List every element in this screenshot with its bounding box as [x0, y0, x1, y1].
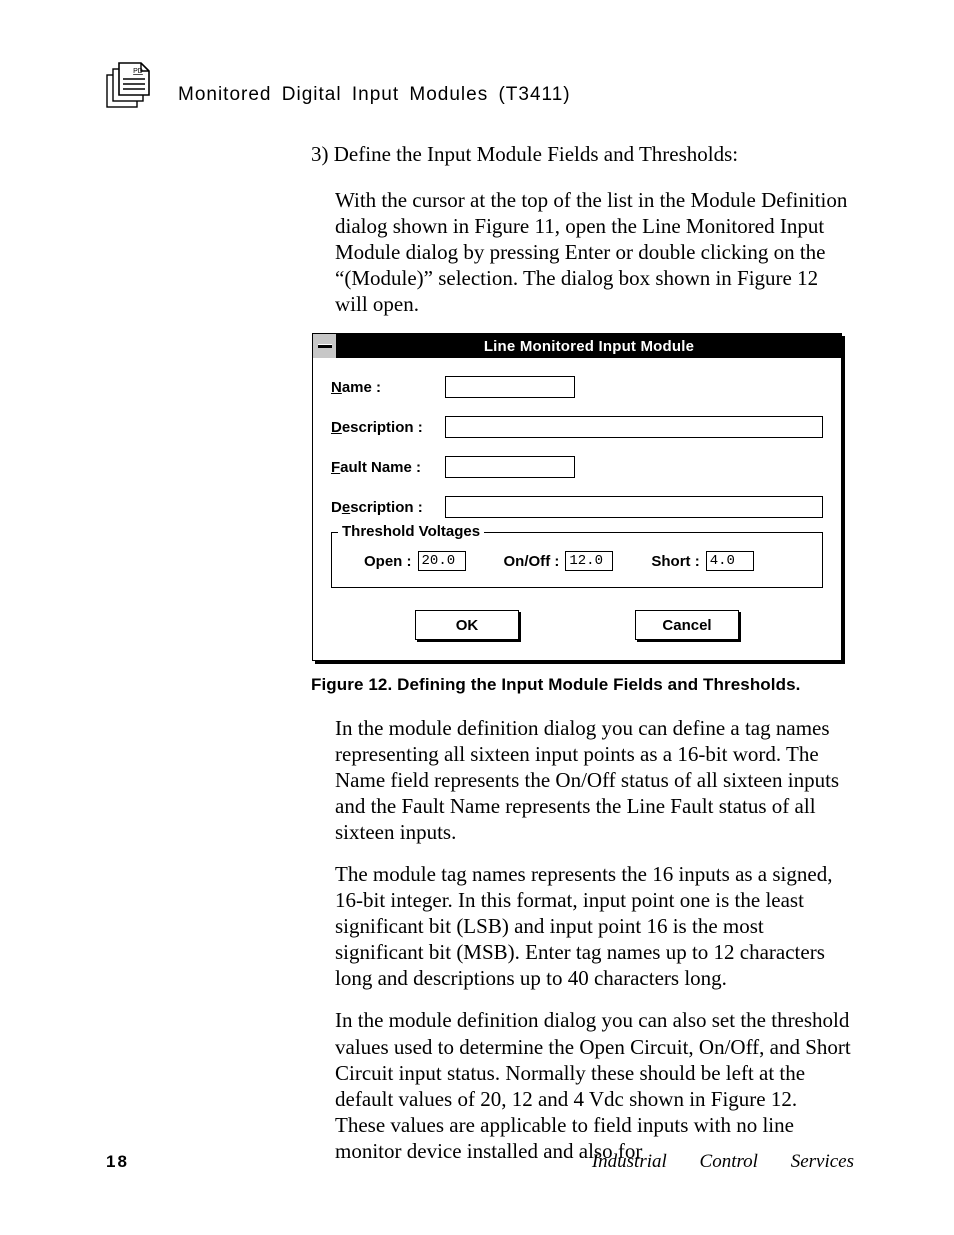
threshold-legend: Threshold Voltages: [338, 523, 484, 540]
figure-caption: Figure 12. Defining the Input Module Fie…: [311, 675, 851, 695]
label-text: pen :: [376, 553, 412, 570]
step-number: 3): [311, 142, 329, 166]
step-heading: 3) Define the Input Module Fields and Th…: [311, 142, 851, 167]
mnemonic: F: [331, 459, 340, 476]
label-text: ame :: [342, 379, 381, 396]
label-text: scription :: [350, 499, 423, 516]
fault-description-input[interactable]: [445, 496, 823, 518]
label-onoff: On/Off :: [504, 553, 560, 570]
icon-badge-text: PD: [133, 68, 143, 75]
paragraph-3: In the module definition dialog you can …: [335, 1007, 851, 1163]
fault-name-input[interactable]: [445, 456, 575, 478]
name-input[interactable]: [445, 376, 575, 398]
page-number: 18: [106, 1152, 129, 1172]
label-description: Description :: [331, 419, 445, 436]
label-text: ault Name :: [340, 459, 421, 476]
dialog-title: Line Monitored Input Module: [337, 338, 841, 355]
page-footer: 18 Industrial Control Services: [106, 1151, 854, 1173]
figure-12: Line Monitored Input Module Name : Descr…: [312, 333, 850, 661]
paragraph-2: The module tag names represents the 16 i…: [335, 861, 851, 991]
threshold-voltages-group: Threshold Voltages Open : 20.0 On/Off : …: [331, 532, 823, 588]
ok-button[interactable]: OK: [415, 610, 519, 640]
threshold-row: Open : 20.0 On/Off : 12.0 Short : 4.0: [346, 551, 808, 571]
body-column: 3) Define the Input Module Fields and Th…: [311, 142, 851, 1164]
label-text: On/Of: [504, 553, 546, 570]
system-menu-icon[interactable]: [313, 334, 337, 358]
mnemonic: D: [331, 419, 342, 436]
step-heading-text: Define the Input Module Fields and Thres…: [334, 142, 738, 166]
open-input[interactable]: 20.0: [418, 551, 466, 571]
label-fault-description: Description :: [331, 499, 445, 516]
intro-paragraph: With the cursor at the top of the list i…: [335, 187, 851, 317]
row-name: Name :: [331, 376, 823, 398]
dialog-button-row: OK Cancel: [331, 610, 823, 640]
description-input[interactable]: [445, 416, 823, 438]
mnemonic: N: [331, 379, 342, 396]
label-text: oltages: [428, 523, 481, 540]
page-header: PD Monitored Digital Input Modules (T341…: [106, 62, 854, 108]
header-title: Monitored Digital Input Modules (T3411): [178, 84, 571, 108]
mnemonic: V: [419, 523, 428, 540]
page: PD Monitored Digital Input Modules (T341…: [0, 0, 954, 1235]
label-text: S: [651, 553, 661, 570]
cancel-button[interactable]: Cancel: [635, 610, 739, 640]
label-fault-name: Fault Name :: [331, 459, 445, 476]
mnemonic: h: [661, 553, 670, 570]
mnemonic: e: [342, 499, 350, 516]
dialog-line-monitored-input-module: Line Monitored Input Module Name : Descr…: [312, 333, 842, 661]
mnemonic: O: [364, 553, 376, 570]
dialog-body: Name : Description : Fault Name :: [313, 358, 841, 660]
onoff-input[interactable]: 12.0: [565, 551, 613, 571]
footer-right-text: Industrial Control Services: [592, 1151, 854, 1173]
label-text: D: [331, 499, 342, 516]
label-open: Open :: [364, 553, 412, 570]
document-stack-icon: PD: [106, 62, 156, 108]
dialog-titlebar[interactable]: Line Monitored Input Module: [313, 334, 841, 358]
label-text: :: [550, 553, 559, 570]
label-short: Short :: [651, 553, 699, 570]
label-text: ort :: [671, 553, 700, 570]
paragraph-1: In the module definition dialog you can …: [335, 715, 851, 845]
row-description: Description :: [331, 416, 823, 438]
row-fault-name: Fault Name :: [331, 456, 823, 478]
row-fault-description: Description :: [331, 496, 823, 518]
short-input[interactable]: 4.0: [706, 551, 754, 571]
label-text: escription :: [342, 419, 423, 436]
label-name: Name :: [331, 379, 445, 396]
label-text: Threshold: [342, 523, 419, 540]
